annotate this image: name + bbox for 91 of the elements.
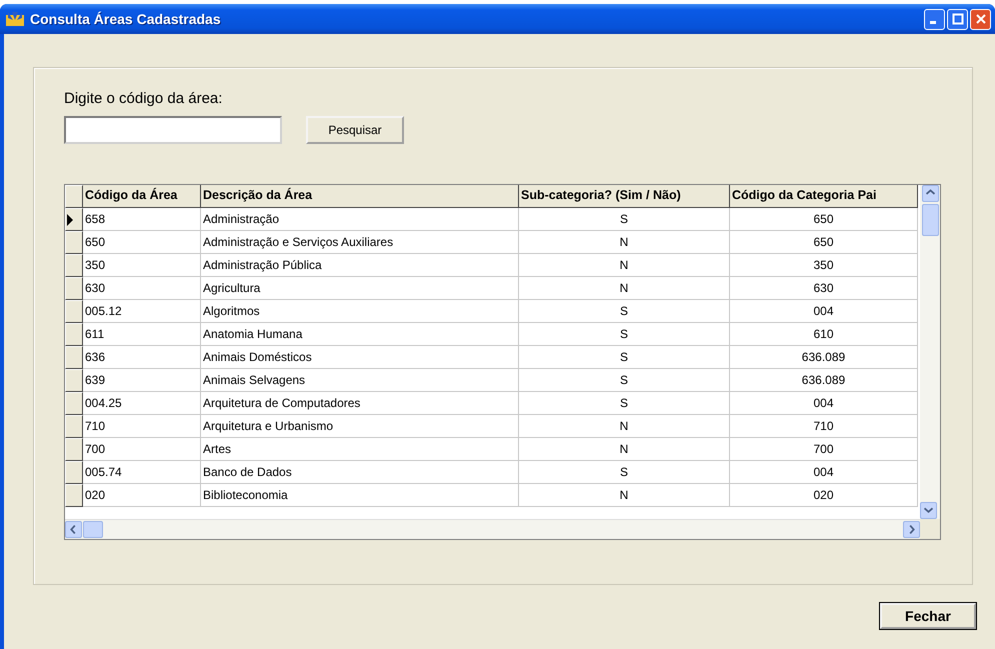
- table-cell: 710: [83, 415, 201, 438]
- table-cell: Banco de Dados: [201, 461, 519, 484]
- table-cell: S: [519, 323, 730, 346]
- table-cell: 650: [83, 231, 201, 254]
- column-header[interactable]: Código da Categoria Pai: [730, 185, 918, 208]
- row-selector[interactable]: [65, 277, 83, 300]
- table-cell: 350: [730, 254, 918, 277]
- table-cell: 658: [83, 208, 201, 231]
- table-cell: N: [519, 277, 730, 300]
- table-cell: S: [519, 392, 730, 415]
- envelope-icon: [6, 12, 24, 26]
- table-cell: 636.089: [730, 369, 918, 392]
- scroll-up-button[interactable]: [922, 185, 938, 202]
- table-cell: 700: [730, 438, 918, 461]
- row-selector[interactable]: [65, 369, 83, 392]
- table-cell: 020: [83, 484, 201, 507]
- table-cell: 004: [730, 461, 918, 484]
- table-cell: S: [519, 461, 730, 484]
- code-input-field[interactable]: [64, 116, 282, 144]
- table-cell: 005.12: [83, 300, 201, 323]
- scrollbar-corner: [920, 519, 940, 539]
- table-cell: Animais Selvagens: [201, 369, 519, 392]
- table-cell: 630: [83, 277, 201, 300]
- row-selector[interactable]: [65, 461, 83, 484]
- maximize-button[interactable]: [947, 8, 968, 30]
- table-cell: 650: [730, 208, 918, 231]
- minimize-button[interactable]: [924, 8, 945, 30]
- table-cell: S: [519, 346, 730, 369]
- search-label: Digite o código da área:: [64, 90, 224, 107]
- table-cell: Agricultura: [201, 277, 519, 300]
- table-cell: Biblioteconomia: [201, 484, 519, 507]
- row-selector[interactable]: [65, 300, 83, 323]
- row-selector[interactable]: [65, 208, 83, 231]
- scroll-thumb[interactable]: [83, 521, 103, 538]
- horizontal-scrollbar[interactable]: [65, 519, 920, 539]
- column-header[interactable]: Código da Área: [83, 185, 201, 208]
- table-cell: Anatomia Humana: [201, 323, 519, 346]
- scroll-left-button[interactable]: [65, 521, 82, 538]
- close-button[interactable]: [970, 8, 991, 30]
- table-cell: N: [519, 484, 730, 507]
- table-cell: 710: [730, 415, 918, 438]
- maximize-icon: [952, 13, 964, 25]
- row-selector[interactable]: [65, 346, 83, 369]
- table-cell: N: [519, 254, 730, 277]
- table-cell: 639: [83, 369, 201, 392]
- table-cell: 020: [730, 484, 918, 507]
- table-cell: 611: [83, 323, 201, 346]
- row-selector[interactable]: [65, 438, 83, 461]
- row-selector[interactable]: [65, 231, 83, 254]
- scroll-thumb[interactable]: [922, 204, 938, 236]
- table-cell: 004: [730, 300, 918, 323]
- column-header[interactable]: Descrição da Área: [201, 185, 519, 208]
- table-cell: 650: [730, 231, 918, 254]
- window-title: Consulta Áreas Cadastradas: [30, 11, 222, 27]
- table-cell: 700: [83, 438, 201, 461]
- table-cell: 636.089: [730, 346, 918, 369]
- scroll-right-button[interactable]: [903, 521, 920, 538]
- close-dialog-button[interactable]: Fechar: [880, 603, 976, 629]
- table-cell: 636: [83, 346, 201, 369]
- row-selector[interactable]: [65, 323, 83, 346]
- table-cell: 004.25: [83, 392, 201, 415]
- table-cell: S: [519, 208, 730, 231]
- current-row-icon: [66, 214, 74, 226]
- row-selector[interactable]: [65, 254, 83, 277]
- search-button[interactable]: Pesquisar: [306, 116, 404, 144]
- row-selector[interactable]: [65, 484, 83, 507]
- table-cell: Administração: [201, 208, 519, 231]
- table-cell: S: [519, 369, 730, 392]
- table-cell: 630: [730, 277, 918, 300]
- table-cell: 610: [730, 323, 918, 346]
- minimize-icon: [930, 20, 936, 24]
- table-cell: Administração Pública: [201, 254, 519, 277]
- scroll-down-button[interactable]: [920, 502, 937, 519]
- table-cell: 350: [83, 254, 201, 277]
- table-cell: S: [519, 300, 730, 323]
- table-cell: Animais Domésticos: [201, 346, 519, 369]
- table-cell: Arquitetura e Urbanismo: [201, 415, 519, 438]
- table-cell: Administração e Serviços Auxiliares: [201, 231, 519, 254]
- table-cell: Artes: [201, 438, 519, 461]
- table-cell: 004: [730, 392, 918, 415]
- table-cell: N: [519, 415, 730, 438]
- table-cell: N: [519, 231, 730, 254]
- vertical-scrollbar[interactable]: [920, 185, 940, 519]
- table-cell: 005.74: [83, 461, 201, 484]
- row-selector[interactable]: [65, 392, 83, 415]
- column-header[interactable]: Sub-categoria? (Sim / Não): [519, 185, 730, 208]
- row-selector[interactable]: [65, 415, 83, 438]
- table-cell: Algoritmos: [201, 300, 519, 323]
- close-icon: [974, 13, 986, 25]
- table-cell: Arquitetura de Computadores: [201, 392, 519, 415]
- table-cell: N: [519, 438, 730, 461]
